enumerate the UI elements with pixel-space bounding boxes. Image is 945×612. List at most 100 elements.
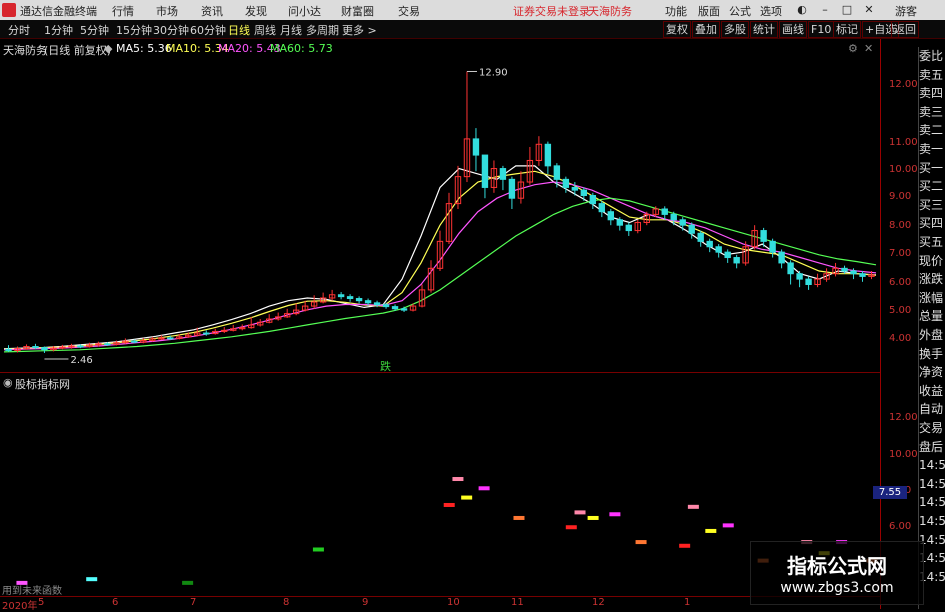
candle-body (607, 211, 615, 221)
date-tick: 11 (511, 597, 524, 608)
signal-bar (587, 515, 599, 520)
date-tick: 12 (592, 597, 605, 608)
sidebar-item[interactable]: 涨跌 (919, 270, 945, 288)
candle-body (589, 195, 597, 205)
sidebar-item[interactable]: 换手 (919, 345, 945, 363)
candle-body (364, 300, 372, 304)
axis-tick: 12.00 (889, 79, 918, 90)
high-label: 12.90 (479, 67, 508, 78)
axis-tick: 9.00 (889, 191, 912, 202)
candle-body (32, 346, 39, 349)
signal-bar (443, 502, 455, 507)
sidebar-item[interactable]: 14:50 (919, 456, 945, 474)
candle-body (787, 262, 794, 275)
candle-body (580, 189, 588, 197)
candle-body (77, 345, 84, 348)
sidebar-item[interactable]: 涨幅 (919, 289, 945, 307)
candle-body (41, 347, 48, 351)
axis-tick: 11.00 (889, 137, 918, 148)
candle-body (706, 240, 713, 248)
sidebar-item[interactable]: 总量 (919, 307, 945, 325)
axis-tick: 5.00 (889, 305, 912, 316)
sidebar-item[interactable]: 卖一 (919, 140, 945, 158)
sidebar-item[interactable]: 卖四 (919, 84, 945, 102)
sidebar-item[interactable]: 买五 (919, 233, 945, 251)
signal-bar (687, 504, 699, 509)
sidebar-item[interactable]: 买一 (919, 159, 945, 177)
candle-body (850, 270, 857, 275)
candle-body (400, 308, 408, 311)
watermark-title: 指标公式网 (787, 554, 887, 578)
candle-body (472, 138, 480, 156)
candle-body (760, 230, 767, 242)
signal-bar (565, 525, 577, 530)
sidebar-item[interactable]: 卖三 (919, 103, 945, 121)
candle-body (733, 257, 740, 264)
sidebar-item[interactable]: 14:50 (919, 493, 945, 511)
candle-body (553, 165, 561, 180)
candle-body (598, 203, 606, 213)
signal-bar (513, 515, 525, 520)
candle-body (841, 267, 848, 272)
candle-body (346, 296, 354, 300)
candle-body (661, 208, 668, 215)
date-tick: 7 (190, 597, 197, 608)
guest-label[interactable]: 游客 (895, 3, 917, 19)
candle-body (625, 224, 632, 232)
candle-body (5, 348, 12, 352)
candle-body (562, 178, 570, 188)
candle-body (805, 278, 812, 286)
sidebar-item[interactable]: 卖五 (919, 66, 945, 84)
signal-bar (461, 495, 473, 500)
sidebar-item[interactable]: 外盘 (919, 326, 945, 344)
sidebar-item[interactable]: 买三 (919, 196, 945, 214)
candle-body (616, 219, 623, 226)
sidebar-item[interactable]: 收益 (919, 382, 945, 400)
sidebar-item[interactable]: 交易 (919, 419, 945, 437)
axis-tick: 6.00 (889, 277, 912, 288)
signal-bar (452, 477, 464, 482)
quote-sidebar: 委比 卖五 卖四 卖三 卖二 卖一 买一 买二 买三 买四 买五 现价 涨跌 涨幅 总量 外盘 换手 净资 收益 自动… (918, 47, 945, 609)
candle-body (508, 178, 516, 199)
signal-bar (722, 523, 734, 528)
watermark-url: www.zbgs3.com (780, 580, 894, 596)
candle-body (337, 294, 345, 298)
axis-tick: 7.00 (889, 248, 912, 259)
candle-body (778, 251, 785, 264)
date-tick: 1 (684, 597, 691, 608)
candle-body (391, 306, 399, 310)
candle-body (724, 251, 731, 259)
candle-body (382, 304, 390, 308)
sidebar-item[interactable]: 委比 (919, 47, 945, 65)
date-tick: 9 (362, 597, 369, 608)
axis-tick: 6.00 (889, 521, 912, 532)
candle-body (373, 302, 381, 306)
sidebar-item[interactable]: 净资 (919, 363, 945, 381)
axis-tick: 4.00 (889, 333, 912, 344)
signal-bar (705, 528, 717, 533)
candle-body (481, 154, 489, 188)
sidebar-item[interactable]: 卖二 (919, 121, 945, 139)
axis-tick: 12.00 (889, 412, 918, 423)
candle-body (688, 224, 695, 234)
sidebar-item[interactable]: 买四 (919, 214, 945, 232)
sidebar-item[interactable]: 现价 (919, 252, 945, 270)
sidebar-item[interactable]: 14:50 (919, 512, 945, 530)
date-tick: 8 (283, 597, 290, 608)
sidebar-item[interactable]: 盘后 (919, 438, 945, 456)
sidebar-item[interactable]: 14:50 (919, 475, 945, 493)
candle-body (104, 343, 111, 346)
signal-bar (679, 543, 691, 548)
axis-tick: 8.00 (889, 220, 912, 231)
sidebar-item[interactable]: 自动 (919, 400, 945, 418)
candle-body (670, 213, 677, 221)
kline-chart[interactable]: 12.90 2.46 (0, 0, 880, 609)
signal-bar (635, 540, 647, 545)
candle-body (355, 298, 363, 302)
candle-body (544, 143, 552, 167)
axis-tick: 10.00 (889, 449, 918, 460)
sidebar-item[interactable]: 买二 (919, 177, 945, 195)
button-back[interactable]: 返回 (891, 21, 919, 38)
low-label: 2.46 (70, 355, 92, 366)
axis-tick: 10.00 (889, 164, 918, 175)
